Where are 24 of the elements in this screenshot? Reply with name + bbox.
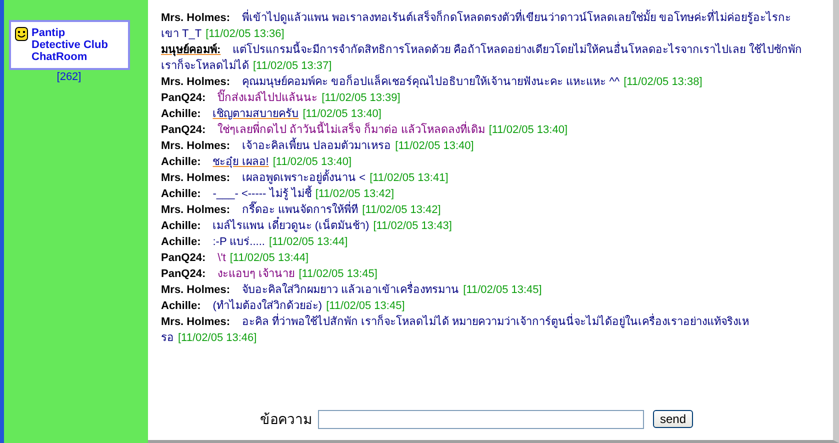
smiley-icon	[14, 27, 28, 41]
chatroom-title[interactable]: Pantip Detective Club ChatRoom	[32, 27, 108, 63]
chat-message: Mrs. Holmes: เผลอพูดเพราะอยู่ตั้งนาน < [11/02/05 13:41]	[161, 170, 803, 186]
chat-message: PanQ24: งะแอบๆ เจ้านาย [11/02/05 13:45]	[161, 267, 378, 282]
chat-message: PanQ24: \'t [11/02/05 13:44]	[161, 251, 310, 266]
user-count: [262]	[56, 71, 82, 83]
chat-message: Mrs. Holmes: จับอะคิลใส่วิกผมยาว แล้วเอาเข้าเครื่องทรมาน [11/02/05 13:45]	[161, 282, 803, 298]
chat-message: Achille: ชะอุ๋ย เผลอ! [11/02/05 13:40]	[161, 155, 353, 170]
send-button[interactable]: send	[652, 410, 694, 428]
message-input[interactable]	[318, 410, 644, 428]
chat-message: มนุษย์คอมพ์: แต่โปรแกรมนี้จะมีการจำกัดสิทธิการโหลดด้วย คือถ้าโหลดอย่างเดียวโดยไม่ให้คนอื่นโหลดอะไรจากเราไปเลย ใช้ไปซักพักเราก็จะโหลดไม่ได้ [11/02/05 13:37]	[161, 42, 803, 74]
chat-message: Mrs. Holmes: เจ้าอะคิลเพี้ยน ปลอมตัวมาเหรอ [11/02/05 13:40]	[161, 138, 803, 154]
chat-message: Mrs. Holmes: คุณมนุษย์คอมพ์คะ ขอก็อปแล็คเชอร์คุณไปอธิบายให้เจ้านายฟังนะคะ แหะแหะ ^^ [11/02/05 13:38]	[161, 74, 704, 89]
chat-message: PanQ24: ปิ๊กส่งเมล์ไปปแล้นนะ [11/02/05 13:39]	[161, 90, 803, 106]
chat-message: Mrs. Holmes: อะคิล ที่ว่าพอใช้ไปสักพัก เราก็จะโหลดไม่ได้ หมายความว่าเจ้าการ์ตูนนี่จะไม่ได้อยู่ในเครื่องเราอย่างแท้จริงเหรอ [11/02/05 13:46]	[161, 314, 803, 346]
chat-message: Achille: (ทำไมต้องใส่วิกด้วยอ่ะ) [11/02/05 13:45]	[161, 298, 406, 314]
chat-message: Achille: -___- <----- ไม่รู้ ไม่ชี้ [11/02/05 13:42]	[161, 186, 803, 202]
message-label: ข้อความ	[260, 411, 312, 430]
chat-message: Mrs. Holmes: พี่เข้าไปดูแล้วแพน พอเราลงทอเร้นต์เสร็จก็กดโหลดตรงตัวที่เขียนว่าดาวน์โหลดเลยใช่มั้ย ขอโทษค่ะที่ไม่ค่อยรู้อะไรกะเขา T_T [11/02/05 13:36]	[161, 10, 803, 42]
chat-message: Achille: :-P แบร่..... [11/02/05 13:44]	[161, 235, 349, 250]
chat-message: Mrs. Holmes: กรี๊ดอะ แพนจัดการให้พี่ที [11/02/05 13:42]	[161, 202, 803, 218]
chat-message: PanQ24: ใช่ๆเลยพี่กดไป ถ้าวันนี้ไม่เสร็จ ก็มาต่อ แล้วโหลดลงที่เดิม [11/02/05 13:40]	[161, 122, 803, 138]
chat-message: Achille: เมล์ไรแพน เดี๋ยวดูนะ (เน็ตมันช้า) [11/02/05 13:43]	[161, 218, 803, 234]
chat-message: Achille: เชิญตามสบายครับ [11/02/05 13:40]	[161, 107, 382, 122]
